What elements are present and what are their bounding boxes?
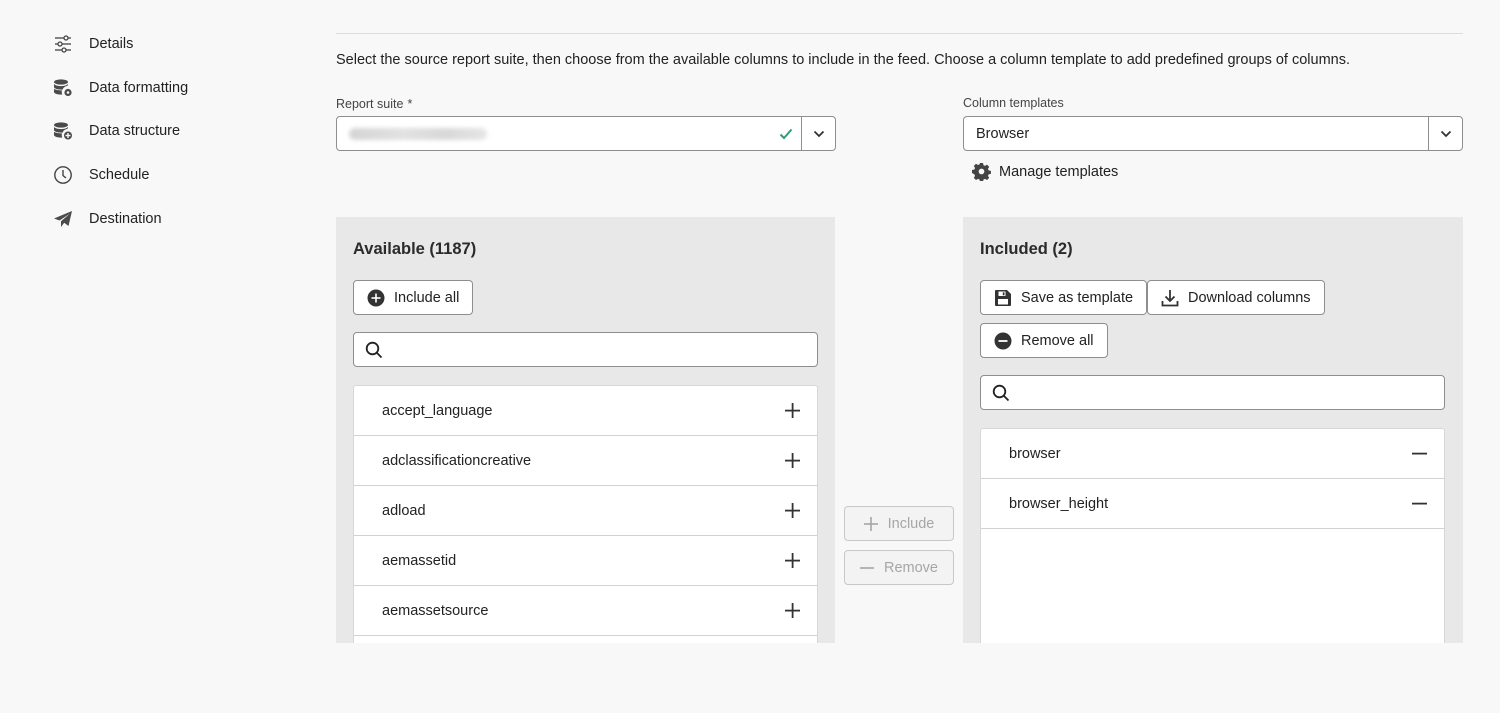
sidebar-item-label: Destination [89,210,162,227]
redacted-report-suite-name [349,127,487,140]
sidebar-item-data-structure[interactable]: Data structure [52,115,292,147]
gear-icon [972,162,991,181]
list-item[interactable]: aemassetid [354,536,817,586]
list-item[interactable]: browser_height [981,479,1444,529]
sidebar-item-destination[interactable]: Destination [52,203,292,235]
sidebar-item-label: Data formatting [89,79,189,96]
remove-button[interactable]: Remove [844,550,954,585]
available-search-input[interactable] [394,333,817,366]
included-list: browser browser_height [980,428,1445,643]
sidebar-nav: Details Data formatting Data structure S… [52,28,292,246]
list-item[interactable] [354,636,817,643]
remove-circle-icon [994,332,1012,349]
remove-all-button[interactable]: Remove all [980,323,1108,358]
list-item[interactable]: aemassetsource [354,586,817,636]
page-description: Select the source report suite, then cho… [336,52,1350,68]
section-divider [336,33,1463,34]
download-columns-button[interactable]: Download columns [1147,280,1325,315]
sidebar-item-label: Data structure [89,123,181,140]
valid-check-icon [771,117,801,150]
database-add-icon [52,120,74,142]
add-icon[interactable] [783,402,801,420]
list-item-label: adclassificationcreative [382,452,532,469]
list-item-label: accept_language [382,402,493,419]
download-icon [1161,289,1179,306]
list-item[interactable]: accept_language [354,386,817,436]
sidebar-item-label: Details [89,36,134,52]
database-gear-icon [52,77,74,99]
report-suite-dropdown-button[interactable] [801,117,835,150]
add-icon[interactable] [783,602,801,620]
sidebar-item-details[interactable]: Details [52,28,292,60]
required-mark: * [407,96,413,111]
list-item-label: browser [1009,445,1061,462]
included-search-input[interactable] [1021,376,1444,409]
chevron-down-icon [1440,130,1451,137]
manage-templates-label: Manage templates [999,163,1119,180]
list-item[interactable]: adload [354,486,817,536]
report-suite-picker[interactable] [336,116,836,151]
add-icon[interactable] [783,452,801,470]
column-templates-label: Column templates [963,96,1064,110]
add-icon[interactable] [783,502,801,520]
minus-icon[interactable] [1410,445,1428,463]
remove-label: Remove [884,559,938,576]
included-search[interactable] [980,375,1445,410]
included-title: Included (2) [980,240,1073,258]
sidebar-item-label: Schedule [89,167,150,184]
search-icon [354,341,394,359]
list-item[interactable]: browser [981,429,1444,479]
report-suite-label: Report suite * [336,96,412,111]
available-list: accept_language adclassificationcreative… [353,385,818,643]
available-search[interactable] [353,332,818,367]
minus-icon[interactable] [1410,495,1428,513]
manage-templates-link[interactable]: Manage templates [972,162,1118,181]
add-circle-icon [367,289,385,306]
save-icon [995,289,1011,306]
report-suite-label-text: Report suite [336,97,404,111]
save-as-template-button[interactable]: Save as template [980,280,1148,315]
column-templates-value[interactable]: Browser [964,117,1428,150]
list-item-label: browser_height [1009,495,1109,512]
column-templates-dropdown-button[interactable] [1428,117,1462,150]
list-item-label: aemassetsource [382,602,489,619]
column-templates-picker[interactable]: Browser [963,116,1463,151]
remove-all-label: Remove all [1021,332,1094,349]
clock-icon [52,164,74,186]
available-panel: Available (1187) Include all accept_lang… [336,217,835,643]
include-button[interactable]: Include [844,506,954,541]
list-item-label: adload [382,502,426,519]
report-suite-value[interactable] [337,117,771,150]
available-title: Available (1187) [353,240,477,258]
sliders-icon [52,33,74,55]
search-icon [981,384,1021,402]
sidebar-item-data-formatting[interactable]: Data formatting [52,72,292,104]
sidebar-item-schedule[interactable]: Schedule [52,159,292,191]
save-as-template-label: Save as template [1021,289,1134,306]
include-all-button[interactable]: Include all [353,280,474,315]
include-label: Include [887,515,935,532]
paper-plane-icon [52,208,74,230]
plus-icon [863,516,878,531]
list-item-label: aemassetid [382,552,457,569]
included-panel: Included (2) Save as template Download c… [963,217,1463,643]
list-item[interactable]: adclassificationcreative [354,436,817,486]
minus-icon [860,566,874,569]
chevron-down-icon [813,130,824,137]
download-columns-label: Download columns [1188,289,1311,306]
add-icon[interactable] [783,552,801,570]
include-all-label: Include all [394,289,460,306]
